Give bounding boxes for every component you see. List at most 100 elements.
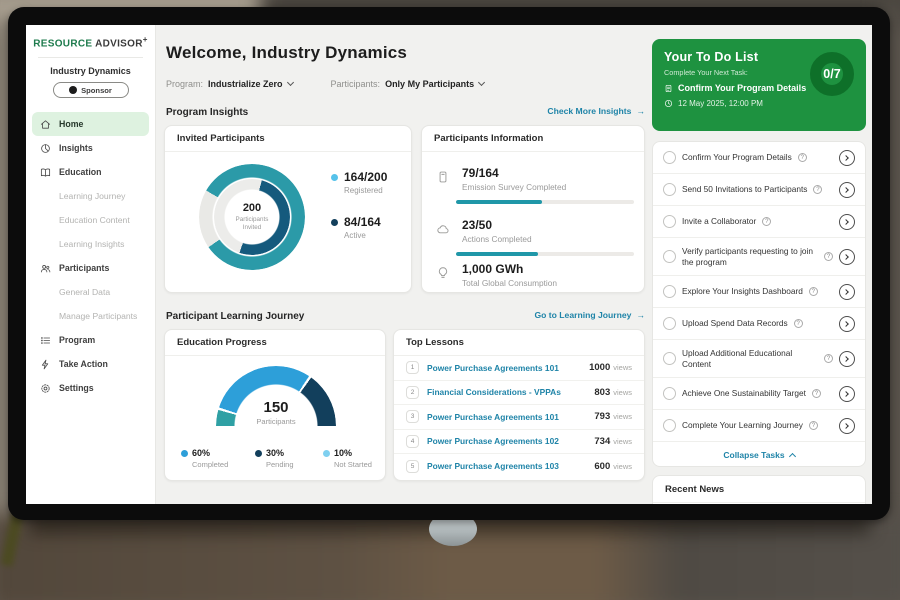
chevron-down-icon bbox=[478, 79, 485, 86]
help-icon[interactable] bbox=[798, 153, 807, 162]
checkbox-circle[interactable] bbox=[663, 352, 676, 365]
chevron-right-button[interactable] bbox=[839, 316, 855, 332]
actions-icon bbox=[436, 222, 450, 236]
sidebar-item-label: General Data bbox=[59, 287, 110, 297]
sidebar-item-learning-insights[interactable]: Learning Insights bbox=[26, 232, 155, 256]
todo-item[interactable]: Explore Your Insights Dashboard bbox=[653, 276, 865, 308]
todo-item-label: Invite a Collaborator bbox=[682, 216, 756, 226]
legend-pct: 30% bbox=[266, 448, 284, 458]
legend-completed: 60% Completed bbox=[181, 448, 228, 469]
todo-item-label: Complete Your Learning Journey bbox=[682, 420, 803, 430]
help-icon[interactable] bbox=[762, 217, 771, 226]
recent-news-title: Recent News bbox=[653, 476, 865, 503]
sidebar-item-program[interactable]: Program bbox=[32, 328, 149, 352]
lesson-link[interactable]: Financial Considerations - VPPAs bbox=[427, 387, 561, 397]
card-title: Participants Information bbox=[422, 126, 644, 152]
help-icon[interactable] bbox=[813, 185, 822, 194]
home-icon bbox=[40, 119, 51, 130]
card-title: Top Lessons bbox=[394, 330, 644, 356]
lesson-row: 2 Financial Considerations - VPPAs 803 v… bbox=[394, 381, 644, 406]
check-more-insights-link[interactable]: Check More Insights bbox=[547, 106, 645, 116]
help-icon[interactable] bbox=[809, 421, 818, 430]
chevron-right-button[interactable] bbox=[839, 214, 855, 230]
org-name: Industry Dynamics bbox=[26, 66, 155, 76]
sidebar: RESOURCE ADVISOR+ Industry Dynamics Spon… bbox=[26, 25, 156, 504]
help-icon[interactable] bbox=[824, 252, 833, 261]
todo-item[interactable]: Verify participants requesting to join t… bbox=[653, 238, 865, 276]
help-icon[interactable] bbox=[812, 389, 821, 398]
chevron-right-button[interactable] bbox=[839, 351, 855, 367]
checkbox-circle[interactable] bbox=[663, 419, 676, 432]
todo-item-label: Verify participants requesting to join t… bbox=[682, 246, 818, 267]
sidebar-item-education-content[interactable]: Education Content bbox=[26, 208, 155, 232]
todo-item-label: Send 50 Invitations to Participants bbox=[682, 184, 807, 194]
sidebar-item-label: Take Action bbox=[59, 359, 108, 369]
chevron-down-icon bbox=[286, 79, 293, 86]
todo-item[interactable]: Invite a Collaborator bbox=[653, 206, 865, 238]
checkbox-circle[interactable] bbox=[663, 250, 676, 263]
checkbox-circle[interactable] bbox=[663, 151, 676, 164]
sidebar-item-label: Education Content bbox=[59, 215, 130, 225]
card-title: Education Progress bbox=[165, 330, 385, 356]
todo-item[interactable]: Upload Additional Educational Content bbox=[653, 340, 865, 378]
chevron-right-button[interactable] bbox=[839, 150, 855, 166]
todo-item[interactable]: Confirm Your Program Details bbox=[653, 142, 865, 174]
chevron-right-button[interactable] bbox=[839, 386, 855, 402]
todo-progress-value: 0/7 bbox=[823, 67, 840, 81]
lesson-link[interactable]: Power Purchase Agreements 102 bbox=[427, 436, 559, 446]
chevron-right-button[interactable] bbox=[839, 249, 855, 265]
sidebar-item-general-data[interactable]: General Data bbox=[26, 280, 155, 304]
checkbox-circle[interactable] bbox=[663, 183, 676, 196]
not-started-dot-icon bbox=[323, 450, 330, 457]
chevron-up-icon bbox=[789, 453, 796, 460]
checkbox-circle[interactable] bbox=[663, 387, 676, 400]
program-value: Industrialize Zero bbox=[208, 79, 283, 89]
page-title: Welcome, Industry Dynamics bbox=[166, 43, 407, 63]
sidebar-item-participants[interactable]: Participants bbox=[32, 256, 149, 280]
checkbox-circle[interactable] bbox=[663, 215, 676, 228]
desk-scene: RESOURCE ADVISOR+ Industry Dynamics Spon… bbox=[0, 0, 900, 600]
sidebar-item-manage-participants[interactable]: Manage Participants bbox=[26, 304, 155, 328]
go-to-learning-journey-link[interactable]: Go to Learning Journey bbox=[534, 310, 645, 320]
education-progress-card: Education Progress 150 Participants 60% … bbox=[164, 329, 386, 481]
participants-dropdown[interactable]: Participants: Only My Participants bbox=[331, 79, 485, 89]
collapse-tasks-link[interactable]: Collapse Tasks bbox=[653, 442, 865, 467]
views-count: 803 bbox=[594, 387, 610, 398]
todo-item[interactable]: Send 50 Invitations to Participants bbox=[653, 174, 865, 206]
lesson-row: 3 Power Purchase Agreements 101 793 view… bbox=[394, 405, 644, 430]
lesson-link[interactable]: Power Purchase Agreements 101 bbox=[427, 363, 559, 373]
sidebar-item-label: Learning Journey bbox=[59, 191, 125, 201]
checkbox-circle[interactable] bbox=[663, 317, 676, 330]
sponsor-label: Sponsor bbox=[81, 86, 112, 95]
todo-item[interactable]: Upload Spend Data Records bbox=[653, 308, 865, 340]
help-icon[interactable] bbox=[824, 354, 833, 363]
sidebar-item-insights[interactable]: Insights bbox=[32, 136, 149, 160]
views-label: views bbox=[613, 388, 632, 397]
sidebar-item-settings[interactable]: Settings bbox=[32, 376, 149, 400]
program-dropdown[interactable]: Program: Industrialize Zero bbox=[166, 79, 293, 89]
views-count: 734 bbox=[594, 436, 610, 447]
lesson-row: 5 Power Purchase Agreements 103 600 view… bbox=[394, 454, 644, 479]
views-count: 1000 bbox=[589, 362, 610, 373]
chevron-right-button[interactable] bbox=[839, 182, 855, 198]
clock-icon bbox=[664, 99, 673, 108]
sidebar-item-learning-journey[interactable]: Learning Journey bbox=[26, 184, 155, 208]
sidebar-item-education[interactable]: Education bbox=[32, 160, 149, 184]
sidebar-item-take-action[interactable]: Take Action bbox=[32, 352, 149, 376]
lesson-link[interactable]: Power Purchase Agreements 101 bbox=[427, 412, 559, 422]
participants-information-card: Participants Information 79/164 Emission… bbox=[421, 125, 645, 293]
todo-item[interactable]: Complete Your Learning Journey bbox=[653, 410, 865, 442]
sidebar-item-home[interactable]: Home bbox=[32, 112, 149, 136]
donut-legend: 164/200 Registered 84/164 Active bbox=[331, 170, 387, 260]
todo-next-task: Confirm Your Program Details bbox=[678, 83, 806, 93]
todo-item[interactable]: Achieve One Sustainability Target bbox=[653, 378, 865, 410]
document-icon bbox=[664, 84, 673, 93]
help-icon[interactable] bbox=[794, 319, 803, 328]
actions-progress-bar bbox=[456, 252, 634, 256]
chevron-right-button[interactable] bbox=[839, 284, 855, 300]
help-icon[interactable] bbox=[809, 287, 818, 296]
lesson-link[interactable]: Power Purchase Agreements 103 bbox=[427, 461, 559, 471]
checkbox-circle[interactable] bbox=[663, 285, 676, 298]
sidebar-item-label: Education bbox=[59, 167, 102, 177]
chevron-right-button[interactable] bbox=[839, 418, 855, 434]
